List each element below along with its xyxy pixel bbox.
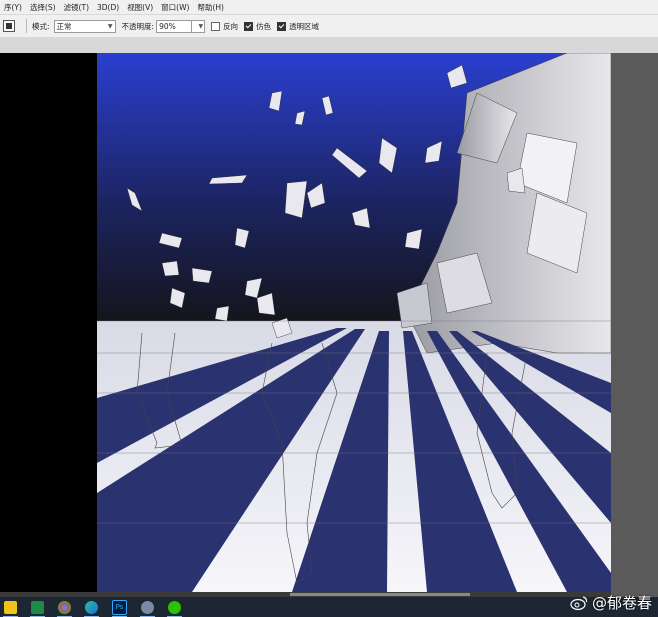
workspace [0, 53, 658, 597]
wechat-icon[interactable] [167, 600, 182, 617]
opacity-dropdown-button[interactable]: ▼ [192, 19, 206, 33]
photoshop-icon[interactable]: Ps [112, 599, 127, 617]
document-tab-strip [0, 37, 658, 54]
transparency-checkbox[interactable] [277, 21, 287, 31]
menu-item-help[interactable]: 帮助(H) [193, 2, 228, 13]
options-divider [26, 19, 27, 33]
watermark-text: @郁卷春 [591, 594, 652, 612]
menu-item-3d[interactable]: 3D(D) [93, 3, 123, 12]
transparency-label: 透明区域 [289, 21, 320, 31]
opacity-label: 不透明度: [121, 21, 155, 31]
menu-item-select[interactable]: 选择(S) [26, 2, 60, 13]
gradient-tool-preset-icon[interactable] [3, 20, 15, 32]
options-bar: 模式: 正常 ▼ 不透明度: 90% ▼ 反向 仿色 透明区域 [0, 14, 658, 38]
chrome-icon[interactable] [57, 600, 72, 617]
edge-icon[interactable] [84, 600, 99, 617]
menu-item-window[interactable]: 窗口(W) [157, 2, 193, 13]
photoshop-icon-label: Ps [115, 602, 124, 611]
file-explorer-icon[interactable] [3, 600, 18, 617]
mode-label: 模式: [32, 21, 50, 31]
document-canvas[interactable] [97, 53, 611, 592]
scrollbar-thumb[interactable] [290, 593, 470, 596]
weibo-logo-icon [570, 595, 588, 610]
settings-icon[interactable] [140, 600, 155, 617]
menu-item-layer-partial[interactable]: 序(Y) [0, 2, 26, 13]
right-panel-area [611, 53, 658, 597]
menu-bar: 序(Y) 选择(S) 滤镜(T) 3D(D) 视图(V) 窗口(W) 帮助(H) [0, 0, 658, 14]
weibo-watermark: @郁卷春 [570, 592, 652, 613]
menu-item-view[interactable]: 视图(V) [123, 2, 157, 13]
chevron-down-icon: ▼ [107, 22, 113, 30]
excel-icon[interactable] [30, 600, 45, 617]
dither-checkbox[interactable] [244, 21, 254, 31]
mode-select[interactable]: 正常 ▼ [53, 19, 116, 33]
artwork [97, 53, 611, 592]
mode-select-value: 正常 [56, 21, 72, 31]
dither-label: 仿色 [256, 21, 272, 31]
menu-item-filter[interactable]: 滤镜(T) [60, 2, 93, 13]
opacity-input[interactable]: 90% [156, 19, 193, 33]
windows-taskbar: Ps [0, 597, 658, 617]
reverse-checkbox[interactable] [211, 21, 221, 31]
chevron-down-icon: ▼ [198, 22, 204, 30]
opacity-value: 90% [159, 21, 176, 31]
reverse-label: 反向 [223, 21, 239, 31]
